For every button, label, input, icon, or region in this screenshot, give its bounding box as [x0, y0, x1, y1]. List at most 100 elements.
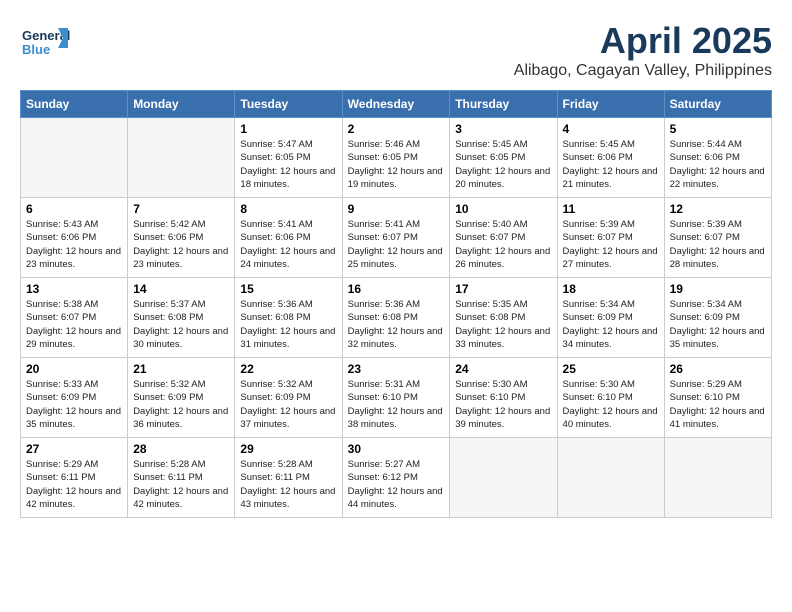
- calendar-cell: 12 Sunrise: 5:39 AM Sunset: 6:07 PM Dayli…: [664, 198, 771, 278]
- svg-text:Blue: Blue: [22, 42, 50, 57]
- calendar-cell: 28Sunrise: 5:28 AM Sunset: 6:11 PM Dayli…: [128, 438, 235, 518]
- calendar-cell: 1 Sunrise: 5:47 AM Sunset: 6:05 PM Daylig…: [235, 118, 342, 198]
- day-number: 26: [670, 362, 766, 376]
- calendar-cell: 25 Sunrise: 5:30 AM Sunset: 6:10 PM Dayli…: [557, 358, 664, 438]
- day-number: 10: [455, 202, 551, 216]
- calendar-cell: 2Sunrise: 5:46 AM Sunset: 6:05 PM Daylig…: [342, 118, 450, 198]
- calendar-cell: [557, 438, 664, 518]
- day-number: 20: [26, 362, 122, 376]
- day-number: 13: [26, 282, 122, 296]
- day-number: 8: [240, 202, 336, 216]
- day-info: Sunrise: 5:33 AM Sunset: 6:09 PM Dayligh…: [26, 378, 122, 431]
- day-info: Sunrise: 5:45 AM Sunset: 6:06 PM Dayligh…: [563, 138, 659, 191]
- day-info: Sunrise: 5:30 AM Sunset: 6:10 PM Dayligh…: [563, 378, 659, 431]
- day-info: Sunrise: 5:36 AM Sunset: 6:08 PM Dayligh…: [348, 298, 445, 351]
- day-info: Sunrise: 5:30 AM Sunset: 6:10 PM Dayligh…: [455, 378, 551, 431]
- title-area: April 2025 Alibago, Cagayan Valley, Phil…: [514, 20, 772, 80]
- day-info: Sunrise: 5:38 AM Sunset: 6:07 PM Dayligh…: [26, 298, 122, 351]
- day-number: 30: [348, 442, 445, 456]
- weekday-header-saturday: Saturday: [664, 91, 771, 118]
- location-title: Alibago, Cagayan Valley, Philippines: [514, 62, 772, 80]
- weekday-header-wednesday: Wednesday: [342, 91, 450, 118]
- calendar-cell: 18 Sunrise: 5:34 AM Sunset: 6:09 PM Dayli…: [557, 278, 664, 358]
- calendar-cell: 22Sunrise: 5:32 AM Sunset: 6:09 PM Dayli…: [235, 358, 342, 438]
- logo-icon: General Blue: [20, 20, 70, 60]
- calendar-body: 1 Sunrise: 5:47 AM Sunset: 6:05 PM Daylig…: [21, 118, 772, 518]
- day-info: Sunrise: 5:42 AM Sunset: 6:06 PM Dayligh…: [133, 218, 229, 271]
- day-number: 11: [563, 202, 659, 216]
- day-number: 27: [26, 442, 122, 456]
- day-number: 14: [133, 282, 229, 296]
- calendar-cell: 23 Sunrise: 5:31 AM Sunset: 6:10 PM Dayli…: [342, 358, 450, 438]
- day-number: 5: [670, 122, 766, 136]
- day-info: Sunrise: 5:45 AM Sunset: 6:05 PM Dayligh…: [455, 138, 551, 191]
- calendar-cell: 30Sunrise: 5:27 AM Sunset: 6:12 PM Dayli…: [342, 438, 450, 518]
- day-info: Sunrise: 5:32 AM Sunset: 6:09 PM Dayligh…: [240, 378, 336, 431]
- day-info: Sunrise: 5:29 AM Sunset: 6:10 PM Dayligh…: [670, 378, 766, 431]
- day-info: Sunrise: 5:29 AM Sunset: 6:11 PM Dayligh…: [26, 458, 122, 511]
- day-number: 15: [240, 282, 336, 296]
- day-number: 12: [670, 202, 766, 216]
- day-number: 21: [133, 362, 229, 376]
- day-number: 19: [670, 282, 766, 296]
- day-info: Sunrise: 5:31 AM Sunset: 6:10 PM Dayligh…: [348, 378, 445, 431]
- day-number: 16: [348, 282, 445, 296]
- day-info: Sunrise: 5:35 AM Sunset: 6:08 PM Dayligh…: [455, 298, 551, 351]
- weekday-header-friday: Friday: [557, 91, 664, 118]
- calendar-cell: 17 Sunrise: 5:35 AM Sunset: 6:08 PM Dayli…: [450, 278, 557, 358]
- weekday-header-row: SundayMondayTuesdayWednesdayThursdayFrid…: [21, 91, 772, 118]
- day-number: 29: [240, 442, 336, 456]
- day-number: 7: [133, 202, 229, 216]
- day-info: Sunrise: 5:43 AM Sunset: 6:06 PM Dayligh…: [26, 218, 122, 271]
- calendar-week-5: 27 Sunrise: 5:29 AM Sunset: 6:11 PM Dayli…: [21, 438, 772, 518]
- calendar-week-3: 13 Sunrise: 5:38 AM Sunset: 6:07 PM Dayli…: [21, 278, 772, 358]
- day-number: 17: [455, 282, 551, 296]
- calendar-cell: 26 Sunrise: 5:29 AM Sunset: 6:10 PM Dayli…: [664, 358, 771, 438]
- calendar-cell: 15 Sunrise: 5:36 AM Sunset: 6:08 PM Dayli…: [235, 278, 342, 358]
- day-info: Sunrise: 5:46 AM Sunset: 6:05 PM Dayligh…: [348, 138, 445, 191]
- calendar-cell: 5 Sunrise: 5:44 AM Sunset: 6:06 PM Daylig…: [664, 118, 771, 198]
- day-info: Sunrise: 5:28 AM Sunset: 6:11 PM Dayligh…: [240, 458, 336, 511]
- calendar-cell: 27 Sunrise: 5:29 AM Sunset: 6:11 PM Dayli…: [21, 438, 128, 518]
- day-info: Sunrise: 5:34 AM Sunset: 6:09 PM Dayligh…: [670, 298, 766, 351]
- calendar-cell: 20 Sunrise: 5:33 AM Sunset: 6:09 PM Dayli…: [21, 358, 128, 438]
- day-info: Sunrise: 5:36 AM Sunset: 6:08 PM Dayligh…: [240, 298, 336, 351]
- calendar-cell: 14Sunrise: 5:37 AM Sunset: 6:08 PM Dayli…: [128, 278, 235, 358]
- day-info: Sunrise: 5:40 AM Sunset: 6:07 PM Dayligh…: [455, 218, 551, 271]
- weekday-header-monday: Monday: [128, 91, 235, 118]
- day-number: 9: [348, 202, 445, 216]
- calendar-cell: [664, 438, 771, 518]
- day-info: Sunrise: 5:34 AM Sunset: 6:09 PM Dayligh…: [563, 298, 659, 351]
- calendar-table: SundayMondayTuesdayWednesdayThursdayFrid…: [20, 90, 772, 518]
- calendar-cell: 6 Sunrise: 5:43 AM Sunset: 6:06 PM Daylig…: [21, 198, 128, 278]
- calendar-week-4: 20 Sunrise: 5:33 AM Sunset: 6:09 PM Dayli…: [21, 358, 772, 438]
- day-info: Sunrise: 5:39 AM Sunset: 6:07 PM Dayligh…: [670, 218, 766, 271]
- day-number: 6: [26, 202, 122, 216]
- weekday-header-thursday: Thursday: [450, 91, 557, 118]
- calendar-cell: 10 Sunrise: 5:40 AM Sunset: 6:07 PM Dayli…: [450, 198, 557, 278]
- month-title: April 2025: [514, 20, 772, 62]
- calendar-cell: 4 Sunrise: 5:45 AM Sunset: 6:06 PM Daylig…: [557, 118, 664, 198]
- calendar-cell: 8 Sunrise: 5:41 AM Sunset: 6:06 PM Daylig…: [235, 198, 342, 278]
- day-number: 24: [455, 362, 551, 376]
- day-info: Sunrise: 5:28 AM Sunset: 6:11 PM Dayligh…: [133, 458, 229, 511]
- calendar-cell: 7 Sunrise: 5:42 AM Sunset: 6:06 PM Daylig…: [128, 198, 235, 278]
- day-number: 25: [563, 362, 659, 376]
- day-number: 23: [348, 362, 445, 376]
- day-info: Sunrise: 5:41 AM Sunset: 6:06 PM Dayligh…: [240, 218, 336, 271]
- day-info: Sunrise: 5:47 AM Sunset: 6:05 PM Dayligh…: [240, 138, 336, 191]
- day-number: 3: [455, 122, 551, 136]
- day-number: 1: [240, 122, 336, 136]
- day-info: Sunrise: 5:32 AM Sunset: 6:09 PM Dayligh…: [133, 378, 229, 431]
- calendar-cell: [450, 438, 557, 518]
- day-info: Sunrise: 5:41 AM Sunset: 6:07 PM Dayligh…: [348, 218, 445, 271]
- day-number: 18: [563, 282, 659, 296]
- logo: General Blue: [20, 20, 74, 60]
- day-number: 4: [563, 122, 659, 136]
- day-info: Sunrise: 5:44 AM Sunset: 6:06 PM Dayligh…: [670, 138, 766, 191]
- calendar-cell: [128, 118, 235, 198]
- calendar-cell: [21, 118, 128, 198]
- calendar-cell: 16 Sunrise: 5:36 AM Sunset: 6:08 PM Dayli…: [342, 278, 450, 358]
- calendar-cell: 21 Sunrise: 5:32 AM Sunset: 6:09 PM Dayli…: [128, 358, 235, 438]
- calendar-week-1: 1 Sunrise: 5:47 AM Sunset: 6:05 PM Daylig…: [21, 118, 772, 198]
